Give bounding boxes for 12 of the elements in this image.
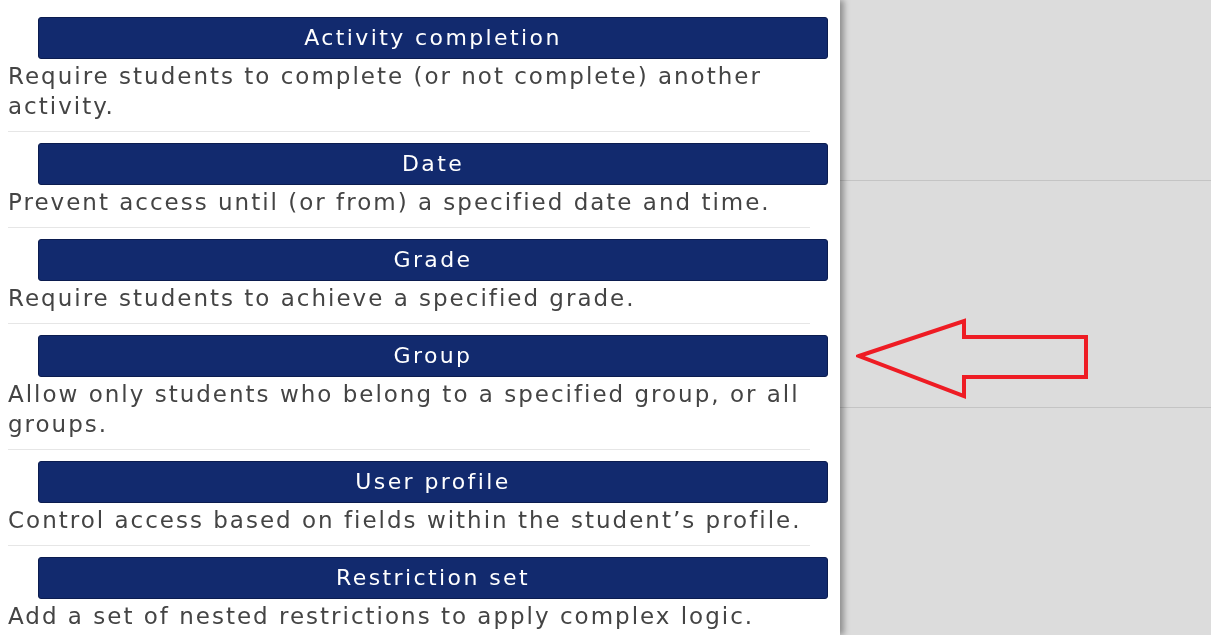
- option-description: Require students to complete (or not complete) another activity.: [8, 62, 763, 121]
- option-button[interactable]: User profile: [38, 461, 828, 503]
- option-button[interactable]: Date: [38, 143, 828, 185]
- option-description: Control access based on fields within the student’s profile.: [8, 506, 803, 535]
- option-button[interactable]: Group: [38, 335, 828, 377]
- option-description: Require students to achieve a specified grade.: [8, 284, 637, 313]
- option-description: Add a set of nested restrictions to apply complex logic.: [8, 602, 756, 631]
- option-description: Allow only students who belong to a specified group, or all groups.: [8, 380, 801, 439]
- option-button[interactable]: Activity completion: [38, 17, 828, 59]
- option-button[interactable]: Restriction set: [38, 557, 828, 599]
- option-description: Prevent access until (or from) a specified date and time.: [8, 188, 772, 217]
- option-button[interactable]: Grade: [38, 239, 828, 281]
